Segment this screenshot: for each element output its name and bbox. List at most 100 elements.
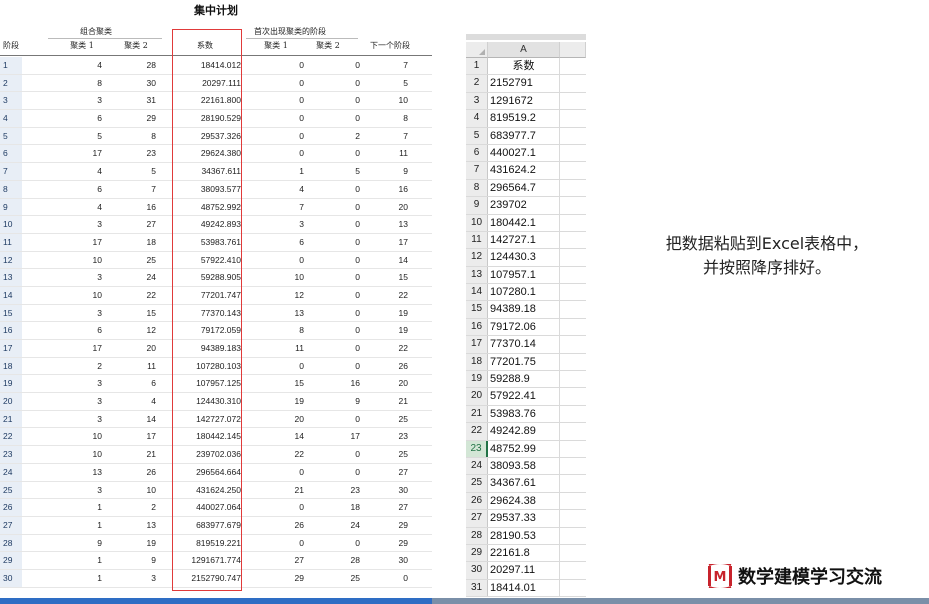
cell-a[interactable]: 77370.14 (488, 336, 560, 353)
column-header-b[interactable] (560, 42, 586, 58)
cell-first-cluster2: 0 (355, 113, 360, 124)
cell-a[interactable]: 94389.18 (488, 301, 560, 318)
cell-cluster1: 4 (97, 166, 102, 177)
cell-a[interactable]: 49242.89 (488, 423, 560, 440)
cell-first-cluster2: 0 (355, 95, 360, 106)
row-header[interactable]: 5 (466, 127, 488, 144)
cell-a[interactable]: 180442.1 (488, 214, 560, 231)
row-header[interactable]: 21 (466, 405, 488, 423)
cell-a[interactable]: 22161.8 (488, 544, 560, 562)
cell-a[interactable]: 107280.1 (488, 284, 560, 301)
row-header[interactable]: 19 (466, 371, 488, 388)
excel-row: 2 2152791 (466, 75, 586, 93)
row-header[interactable]: 1 (466, 58, 488, 75)
header-cluster2: 聚类 2 (124, 41, 148, 50)
row-header[interactable]: 18 (466, 353, 488, 371)
column-header-a[interactable]: A (488, 42, 560, 58)
cell-cluster2: 14 (146, 413, 156, 424)
cell-a[interactable]: 29624.38 (488, 492, 560, 510)
cell-a[interactable]: 2152791 (488, 75, 560, 92)
select-all-corner[interactable] (466, 42, 488, 58)
cell-a[interactable]: 34367.61 (488, 475, 560, 492)
cell-coefficient: 29537.326 (200, 130, 241, 141)
cell-a[interactable]: 239702 (488, 197, 560, 214)
cell-a[interactable]: 142727.1 (488, 231, 560, 249)
row-header[interactable]: 23 (466, 440, 488, 457)
cell-cluster2: 13 (146, 519, 156, 530)
header-coefficient: 系数 (197, 41, 213, 50)
row-header[interactable]: 7 (466, 162, 488, 179)
cell-a[interactable]: 18414.01 (488, 579, 560, 597)
cell-first-cluster1: 6 (299, 236, 304, 247)
cell-a[interactable]: 124430.3 (488, 249, 560, 266)
excel-row: 9 239702 (466, 197, 586, 215)
row-header[interactable]: 15 (466, 301, 488, 318)
excel-rows: 1 系数 2 2152791 3 1291672 4 819519.2 5 683977.7 6 44… (466, 58, 586, 598)
cell-coefficient: 142727.072 (196, 413, 241, 424)
row-header[interactable]: 27 (466, 510, 488, 527)
row-header[interactable]: 14 (466, 284, 488, 301)
cell-coefficient: 28190.529 (200, 113, 241, 124)
cell-a[interactable]: 431624.2 (488, 162, 560, 179)
row-header[interactable]: 4 (466, 110, 488, 127)
cell-a[interactable]: 48752.99 (488, 440, 560, 457)
cell-a[interactable]: 77201.75 (488, 353, 560, 371)
cell-cluster1: 1 (97, 572, 102, 583)
cell-a[interactable]: 59288.9 (488, 371, 560, 388)
cell-a[interactable]: 440027.1 (488, 144, 560, 162)
cell-a[interactable]: 296564.7 (488, 179, 560, 197)
cell-a[interactable]: 683977.7 (488, 127, 560, 144)
cell-cluster2: 24 (146, 272, 156, 283)
row-header[interactable]: 17 (466, 336, 488, 353)
cell-coefficient: 107957.125 (196, 378, 241, 389)
cell-a[interactable]: 819519.2 (488, 110, 560, 127)
cell-stage: 22 (0, 428, 22, 447)
row-header[interactable]: 26 (466, 492, 488, 510)
row-header[interactable]: 8 (466, 179, 488, 197)
row-header[interactable]: 24 (466, 457, 488, 475)
cell-next-stage: 0 (403, 572, 408, 583)
row-header[interactable]: 20 (466, 388, 488, 405)
row-header[interactable]: 2 (466, 75, 488, 92)
cell-a[interactable]: 28190.53 (488, 527, 560, 544)
cell-next-stage: 27 (398, 502, 408, 513)
cell-a[interactable]: 38093.58 (488, 457, 560, 475)
row-header[interactable]: 31 (466, 579, 488, 597)
cell-first-cluster1: 14 (294, 431, 304, 442)
row-header[interactable]: 30 (466, 562, 488, 579)
cell-a[interactable]: 53983.76 (488, 405, 560, 423)
row-header[interactable]: 25 (466, 475, 488, 492)
cell-a[interactable]: 29537.33 (488, 510, 560, 527)
cell-a[interactable]: 20297.11 (488, 562, 560, 579)
row-header[interactable]: 28 (466, 527, 488, 544)
cell-first-cluster2: 5 (355, 166, 360, 177)
table-row: 5 5 8 29537.326 0 2 7 (0, 127, 432, 146)
row-header[interactable]: 9 (466, 197, 488, 214)
excel-row: 30 20297.11 (466, 562, 586, 580)
cell-coefficient: 2152790.747 (191, 572, 241, 583)
row-header[interactable]: 10 (466, 214, 488, 231)
cell-a[interactable]: 57922.41 (488, 388, 560, 405)
row-header[interactable]: 29 (466, 544, 488, 562)
row-header[interactable]: 13 (466, 266, 488, 284)
row-header[interactable]: 11 (466, 231, 488, 249)
cell-coefficient: 124430.310 (196, 396, 241, 407)
table-row: 25 3 10 431624.250 21 23 30 (0, 481, 432, 500)
cell-cluster1: 10 (92, 289, 102, 300)
cell-a[interactable]: 107957.1 (488, 266, 560, 284)
excel-sheet[interactable]: A 1 系数 2 2152791 3 1291672 4 819519.2 5 683977.7 6… (466, 34, 586, 604)
cell-a[interactable]: 79172.06 (488, 318, 560, 336)
table-row: 18 2 11 107280.103 0 0 26 (0, 357, 432, 376)
cell-a[interactable]: 1291672 (488, 92, 560, 110)
row-header[interactable]: 6 (466, 144, 488, 162)
row-header[interactable]: 3 (466, 92, 488, 110)
row-header[interactable]: 16 (466, 318, 488, 336)
cell-a[interactable]: 系数 (488, 58, 560, 75)
cell-cluster2: 2 (151, 502, 156, 513)
cell-cluster1: 10 (92, 431, 102, 442)
cell-coefficient: 79172.059 (200, 325, 241, 336)
row-header[interactable]: 22 (466, 423, 488, 440)
row-header[interactable]: 12 (466, 249, 488, 266)
cell-cluster1: 8 (97, 77, 102, 88)
instruction-line-2: 并按照降序排好。 (702, 258, 831, 277)
